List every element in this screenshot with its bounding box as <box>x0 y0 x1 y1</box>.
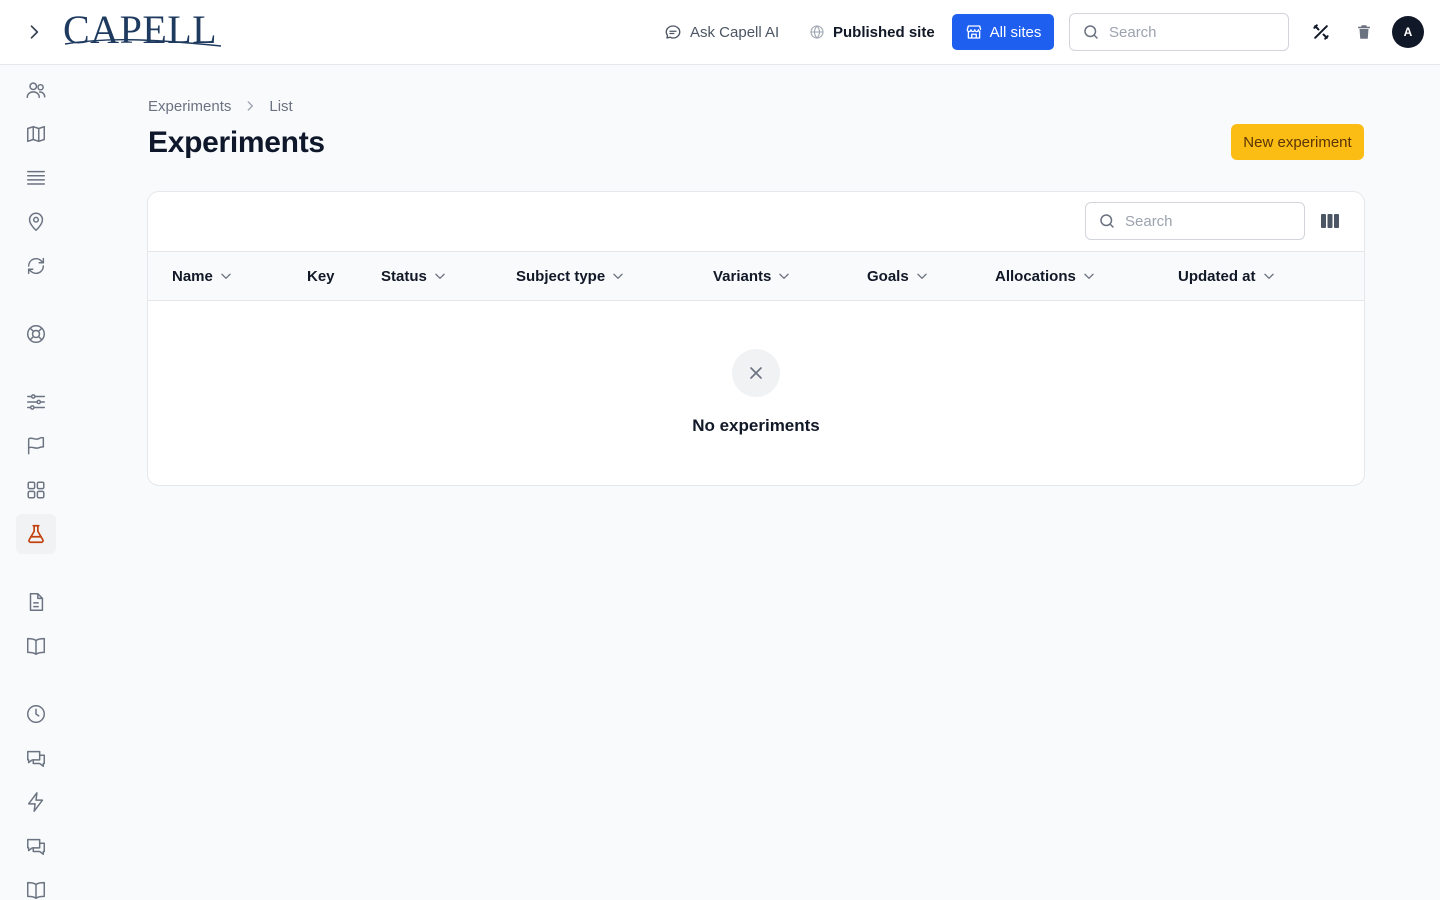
breadcrumb-item-experiments[interactable]: Experiments <box>148 98 231 115</box>
column-header-name[interactable]: Name <box>172 252 233 300</box>
sidebar-item-messages[interactable] <box>16 826 56 866</box>
sidebar-item-users[interactable] <box>16 70 56 110</box>
flag-icon <box>27 436 45 455</box>
chevron-down-icon <box>1084 273 1094 279</box>
toggle-columns-button[interactable] <box>1318 209 1342 233</box>
list-icon <box>27 170 45 185</box>
sidebar-item-automations[interactable] <box>16 782 56 822</box>
document-icon <box>29 593 44 611</box>
top-bar: CAPELL Ask Capell AI Published site All … <box>0 0 1440 65</box>
breadcrumb-item-list: List <box>269 97 293 115</box>
table-search-input[interactable] <box>1125 212 1285 230</box>
column-header-updated-at[interactable]: Updated at <box>1178 252 1276 300</box>
chevron-down-icon <box>613 273 623 279</box>
tools-button[interactable] <box>1309 20 1333 44</box>
chevron-down-icon <box>435 273 445 279</box>
sidebar-item-apps[interactable] <box>16 470 56 510</box>
ask-ai-label: Ask Capell AI <box>690 23 780 41</box>
logo[interactable]: CAPELL <box>63 10 223 50</box>
sidebar-item-docs[interactable] <box>16 626 56 666</box>
trash-icon <box>1358 25 1370 39</box>
search-icon <box>1100 214 1114 228</box>
avatar[interactable]: A <box>1392 16 1424 48</box>
clock-icon <box>27 705 45 723</box>
chat-bubble-icon <box>665 25 681 39</box>
sidebar-item-map[interactable] <box>16 114 56 154</box>
book-icon <box>27 637 45 655</box>
column-header-subject-type[interactable]: Subject type <box>516 252 625 300</box>
columns-icon <box>1321 214 1339 228</box>
lightning-icon <box>27 792 44 812</box>
global-search-input[interactable] <box>1109 23 1269 41</box>
sidebar-item-sync[interactable] <box>16 246 56 286</box>
tools-icon <box>1313 24 1329 40</box>
globe-icon <box>810 25 824 39</box>
refresh-icon <box>27 257 45 275</box>
beaker-icon <box>28 524 44 544</box>
book-icon <box>27 881 45 899</box>
close-icon <box>750 367 762 379</box>
sidebar-item-guides[interactable] <box>16 870 56 900</box>
page-title: Experiments <box>148 126 325 159</box>
sidebar <box>0 65 72 900</box>
breadcrumb: Experiments List <box>148 96 293 116</box>
global-search[interactable] <box>1069 13 1289 51</box>
chevron-right-icon <box>247 101 254 111</box>
chevron-down-icon <box>916 273 927 279</box>
trash-button[interactable] <box>1352 20 1376 44</box>
sidebar-item-comments[interactable] <box>16 738 56 778</box>
all-sites-button[interactable]: All sites <box>952 14 1054 50</box>
sliders-icon <box>27 394 45 410</box>
lifebuoy-icon <box>27 325 45 343</box>
published-site-link[interactable]: Published site <box>809 20 935 44</box>
map-icon <box>27 125 45 143</box>
grid-icon <box>27 481 45 499</box>
empty-state-icon <box>732 349 780 397</box>
sidebar-item-support[interactable] <box>16 314 56 354</box>
column-header-variants[interactable]: Variants <box>713 252 791 300</box>
sidebar-item-experiments[interactable] <box>16 514 56 554</box>
sidebar-item-location[interactable] <box>16 202 56 242</box>
published-site-label: Published site <box>833 23 935 41</box>
chevron-down-icon <box>779 273 790 279</box>
experiments-table: Name Key Status Subject type Variants Go… <box>147 191 1365 486</box>
all-sites-label: All sites <box>989 23 1042 41</box>
chat-icon <box>27 838 45 855</box>
column-header-goals[interactable]: Goals <box>867 252 929 300</box>
chevron-down-icon <box>221 273 231 279</box>
chevron-right-icon <box>30 25 39 39</box>
sidebar-item-list[interactable] <box>16 158 56 198</box>
logo-swoosh-icon <box>64 39 222 47</box>
column-header-key: Key <box>307 267 335 285</box>
sidebar-item-flags[interactable] <box>16 426 56 466</box>
ask-ai-link[interactable]: Ask Capell AI <box>664 20 779 44</box>
chevron-down-icon <box>1263 273 1274 279</box>
empty-state-message: No experiments <box>692 416 820 435</box>
chat-icon <box>27 750 45 767</box>
location-pin-icon <box>28 212 44 232</box>
sidebar-item-settings[interactable] <box>16 382 56 422</box>
column-header-status[interactable]: Status <box>381 252 447 300</box>
sidebar-item-history[interactable] <box>16 694 56 734</box>
table-header: Name Key Status Subject type Variants Go… <box>148 251 1364 301</box>
new-experiment-button[interactable]: New experiment <box>1231 124 1364 160</box>
column-header-allocations[interactable]: Allocations <box>995 252 1096 300</box>
users-icon <box>26 82 46 99</box>
sidebar-item-documents[interactable] <box>16 582 56 622</box>
storefront-icon <box>966 25 982 39</box>
search-icon <box>1084 25 1098 39</box>
expand-sidebar-button[interactable] <box>22 20 46 44</box>
table-search[interactable] <box>1085 202 1305 240</box>
